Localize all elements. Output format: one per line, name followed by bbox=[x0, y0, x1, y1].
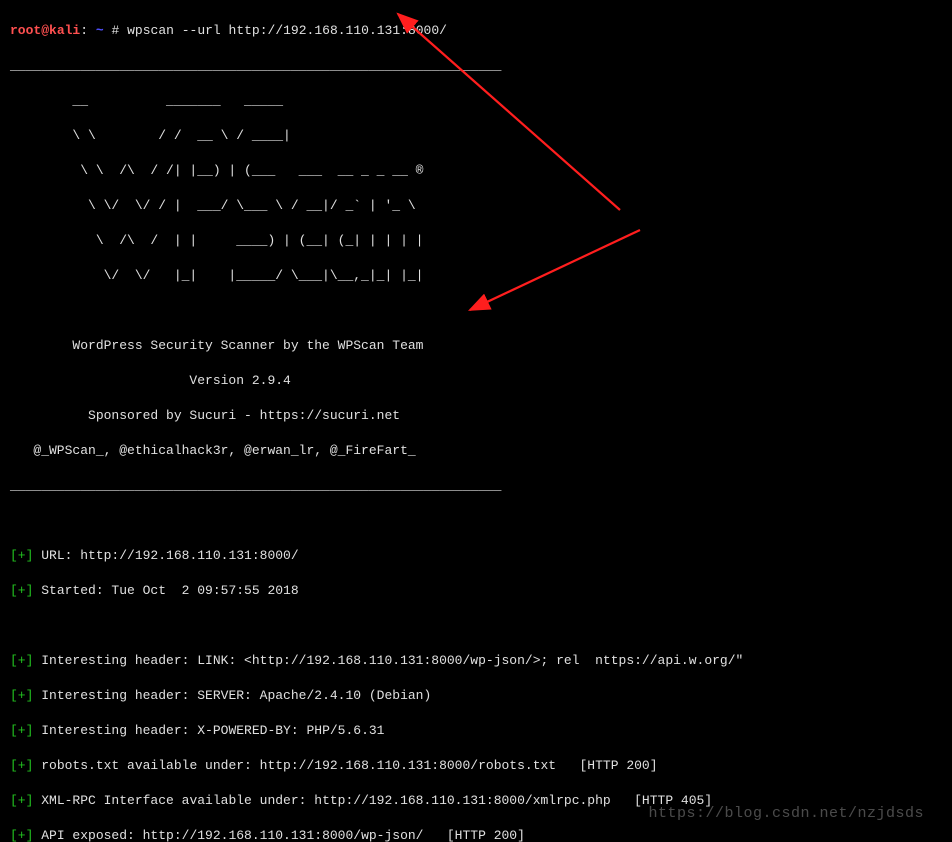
ascii-logo-6: \/ \/ |_| |_____/ \___|\__,_|_| |_| bbox=[10, 267, 942, 285]
ascii-logo-2: \ \ / / __ \ / ____| bbox=[10, 127, 942, 145]
banner-line-2: Version 2.9.4 bbox=[10, 372, 942, 390]
spacer-1 bbox=[10, 302, 942, 319]
banner-line-3: Sponsored by Sucuri - https://sucuri.net bbox=[10, 407, 942, 425]
sig-plus: [+] bbox=[10, 583, 33, 598]
prompt-sep: : bbox=[80, 23, 88, 38]
watermark-text: https://blog.csdn.net/nzjdsds bbox=[648, 804, 924, 824]
ascii-logo-4: \ \/ \/ / | ___/ \___ \ / __|/ _` | '_ \ bbox=[10, 197, 942, 215]
banner-line-1: WordPress Security Scanner by the WPScan… bbox=[10, 337, 942, 355]
prompt-user: root bbox=[10, 23, 41, 38]
hdr-link: Interesting header: LINK: <http://192.16… bbox=[41, 653, 743, 668]
prompt-host: kali bbox=[49, 23, 80, 38]
banner-line-4: @_WPScan_, @ethicalhack3r, @erwan_lr, @_… bbox=[10, 442, 942, 460]
sig-plus: [+] bbox=[10, 688, 33, 703]
banner-rule-top: ________________________________________… bbox=[10, 57, 942, 75]
scan-started: Started: Tue Oct 2 09:57:55 2018 bbox=[41, 583, 298, 598]
sig-plus: [+] bbox=[10, 723, 33, 738]
sig-plus: [+] bbox=[10, 758, 33, 773]
sig-plus: [+] bbox=[10, 793, 33, 808]
robots-line: robots.txt available under: http://192.1… bbox=[41, 758, 657, 773]
terminal-output[interactable]: root@kali: ~ # wpscan --url http://192.1… bbox=[0, 0, 952, 842]
sig-plus: [+] bbox=[10, 548, 33, 563]
ascii-logo-1: __ _______ _____ bbox=[10, 92, 942, 110]
scan-url: URL: http://192.168.110.131:8000/ bbox=[41, 548, 298, 563]
hdr-xpb: Interesting header: X-POWERED-BY: PHP/5.… bbox=[41, 723, 384, 738]
spacer-3 bbox=[10, 617, 942, 634]
typed-command bbox=[119, 23, 127, 38]
prompt-at: @ bbox=[41, 23, 49, 38]
banner-rule-bottom: ________________________________________… bbox=[10, 477, 942, 495]
api-line: API exposed: http://192.168.110.131:8000… bbox=[41, 828, 525, 842]
typed-command-text: wpscan --url http://192.168.110.131:8000… bbox=[127, 23, 447, 38]
ascii-logo-5: \ /\ / | | ____) | (__| (_| | | | | bbox=[10, 232, 942, 250]
sig-plus: [+] bbox=[10, 653, 33, 668]
hdr-server: Interesting header: SERVER: Apache/2.4.1… bbox=[41, 688, 431, 703]
sig-plus: [+] bbox=[10, 828, 33, 842]
spacer-2 bbox=[10, 512, 942, 529]
ascii-logo-3: \ \ /\ / /| |__) | (___ ___ __ _ _ __ ® bbox=[10, 162, 942, 180]
prompt-cwd: ~ bbox=[88, 23, 104, 38]
xmlrpc-line: XML-RPC Interface available under: http:… bbox=[41, 793, 712, 808]
command-prompt-line[interactable]: root@kali: ~ # wpscan --url http://192.1… bbox=[10, 22, 942, 40]
